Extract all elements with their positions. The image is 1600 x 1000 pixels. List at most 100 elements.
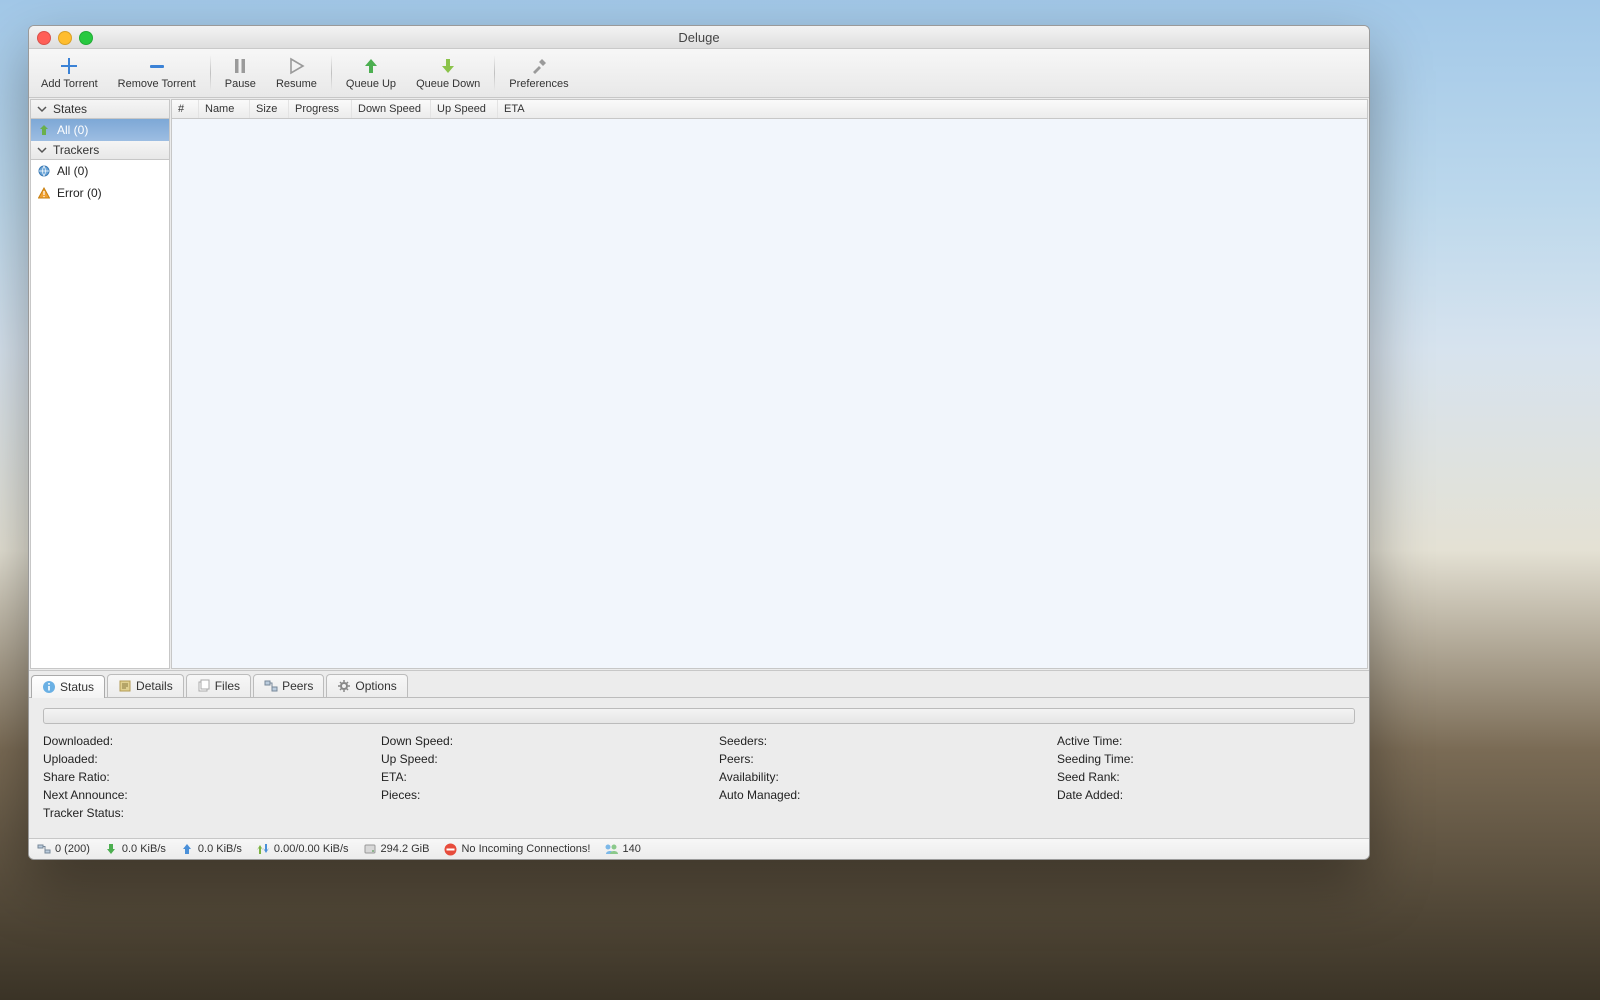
tab-label: Peers [282, 679, 313, 693]
network-icon [37, 842, 51, 856]
downloaded-label: Downloaded: [43, 734, 341, 748]
tab-options[interactable]: Options [326, 674, 407, 697]
no-entry-icon [443, 842, 457, 856]
toolbar-separator [331, 55, 332, 91]
sb-health-value: No Incoming Connections! [461, 843, 590, 855]
peers-label: Peers: [719, 752, 1017, 766]
col-down[interactable]: Down Speed [352, 100, 431, 118]
preferences-button[interactable]: Preferences [499, 49, 578, 97]
sb-down[interactable]: 0.0 KiB/s [104, 842, 166, 856]
sidebar-item-error-trackers[interactable]: Error (0) [31, 182, 169, 204]
sidebar: States All (0) Trackers All (0) [30, 99, 170, 669]
col-num[interactable]: # [172, 100, 199, 118]
sb-up[interactable]: 0.0 KiB/s [180, 842, 242, 856]
arrow-up-icon [361, 56, 381, 76]
preferences-label: Preferences [509, 78, 568, 93]
seeding-time-label: Seeding Time: [1057, 752, 1355, 766]
wrench-icon [529, 56, 549, 76]
next-announce-label: Next Announce: [43, 788, 341, 802]
details-panel: Status Details Files Peers Options Do [29, 670, 1369, 838]
remove-torrent-label: Remove Torrent [118, 78, 196, 93]
down-speed-icon [104, 842, 118, 856]
tab-label: Files [215, 679, 240, 693]
col-eta[interactable]: ETA [498, 100, 531, 118]
details-icon [118, 679, 132, 693]
tab-files[interactable]: Files [186, 674, 251, 697]
add-torrent-label: Add Torrent [41, 78, 98, 93]
details-tabs: Status Details Files Peers Options [29, 671, 1369, 697]
sidebar-trackers-header[interactable]: Trackers [31, 141, 169, 160]
files-icon [197, 679, 211, 693]
sb-protocol-value: 0.00/0.00 KiB/s [274, 843, 349, 855]
dht-icon [604, 842, 618, 856]
play-icon [286, 56, 306, 76]
sb-dht[interactable]: 140 [604, 842, 640, 856]
content-area: States All (0) Trackers All (0) [29, 98, 1369, 670]
disk-icon [363, 842, 377, 856]
sb-disk[interactable]: 294.2 GiB [363, 842, 430, 856]
chevron-down-icon [37, 104, 47, 114]
status-fields: Downloaded: Down Speed: Seeders: Active … [43, 734, 1355, 820]
col-up[interactable]: Up Speed [431, 100, 498, 118]
active-time-label: Active Time: [1057, 734, 1355, 748]
tab-status[interactable]: Status [31, 675, 105, 698]
tab-peers[interactable]: Peers [253, 674, 324, 697]
arrow-down-icon [438, 56, 458, 76]
col-size[interactable]: Size [250, 100, 289, 118]
tab-details[interactable]: Details [107, 674, 184, 697]
globe-icon [37, 164, 51, 178]
traffic-icon [256, 842, 270, 856]
sb-down-value: 0.0 KiB/s [122, 843, 166, 855]
queue-down-label: Queue Down [416, 78, 480, 93]
sb-protocol[interactable]: 0.00/0.00 KiB/s [256, 842, 349, 856]
column-headers: # Name Size Progress Down Speed Up Speed… [172, 100, 1367, 119]
titlebar[interactable]: Deluge [29, 26, 1369, 49]
auto-managed-label: Auto Managed: [719, 788, 1017, 802]
sidebar-item-all-states[interactable]: All (0) [31, 119, 169, 141]
tab-label: Status [60, 680, 94, 694]
add-torrent-button[interactable]: Add Torrent [31, 49, 108, 97]
tab-label: Details [136, 679, 173, 693]
chevron-down-icon [37, 145, 47, 155]
down-speed-label: Down Speed: [381, 734, 679, 748]
window-controls [37, 31, 93, 45]
sidebar-item-label: All (0) [57, 123, 88, 137]
eta-label: ETA: [381, 770, 679, 784]
share-ratio-label: Share Ratio: [43, 770, 341, 784]
gear-icon [337, 679, 351, 693]
minus-icon [147, 56, 167, 76]
resume-label: Resume [276, 78, 317, 93]
sb-up-value: 0.0 KiB/s [198, 843, 242, 855]
close-icon[interactable] [37, 31, 51, 45]
pause-button[interactable]: Pause [215, 49, 266, 97]
plus-icon [59, 56, 79, 76]
tab-label: Options [355, 679, 396, 693]
sb-connections[interactable]: 0 (200) [37, 842, 90, 856]
pause-icon [230, 56, 250, 76]
up-speed-icon [180, 842, 194, 856]
peers-icon [264, 679, 278, 693]
resume-button[interactable]: Resume [266, 49, 327, 97]
pieces-label: Pieces: [381, 788, 679, 802]
queue-down-button[interactable]: Queue Down [406, 49, 490, 97]
sb-health[interactable]: No Incoming Connections! [443, 842, 590, 856]
torrent-list-body[interactable] [172, 119, 1367, 668]
sidebar-item-label: Error (0) [57, 186, 102, 200]
sidebar-trackers-label: Trackers [53, 143, 99, 157]
up-speed-label: Up Speed: [381, 752, 679, 766]
remove-torrent-button[interactable]: Remove Torrent [108, 49, 206, 97]
seed-rank-label: Seed Rank: [1057, 770, 1355, 784]
col-progress[interactable]: Progress [289, 100, 352, 118]
status-tab-body: Downloaded: Down Speed: Seeders: Active … [29, 697, 1369, 838]
uploaded-label: Uploaded: [43, 752, 341, 766]
sb-disk-value: 294.2 GiB [381, 843, 430, 855]
zoom-icon[interactable] [79, 31, 93, 45]
sidebar-item-all-trackers[interactable]: All (0) [31, 160, 169, 182]
minimize-icon[interactable] [58, 31, 72, 45]
queue-up-button[interactable]: Queue Up [336, 49, 406, 97]
tracker-status-label: Tracker Status: [43, 806, 341, 820]
col-name[interactable]: Name [199, 100, 250, 118]
sidebar-states-header[interactable]: States [31, 100, 169, 119]
toolbar-separator [494, 55, 495, 91]
info-icon [42, 680, 56, 694]
